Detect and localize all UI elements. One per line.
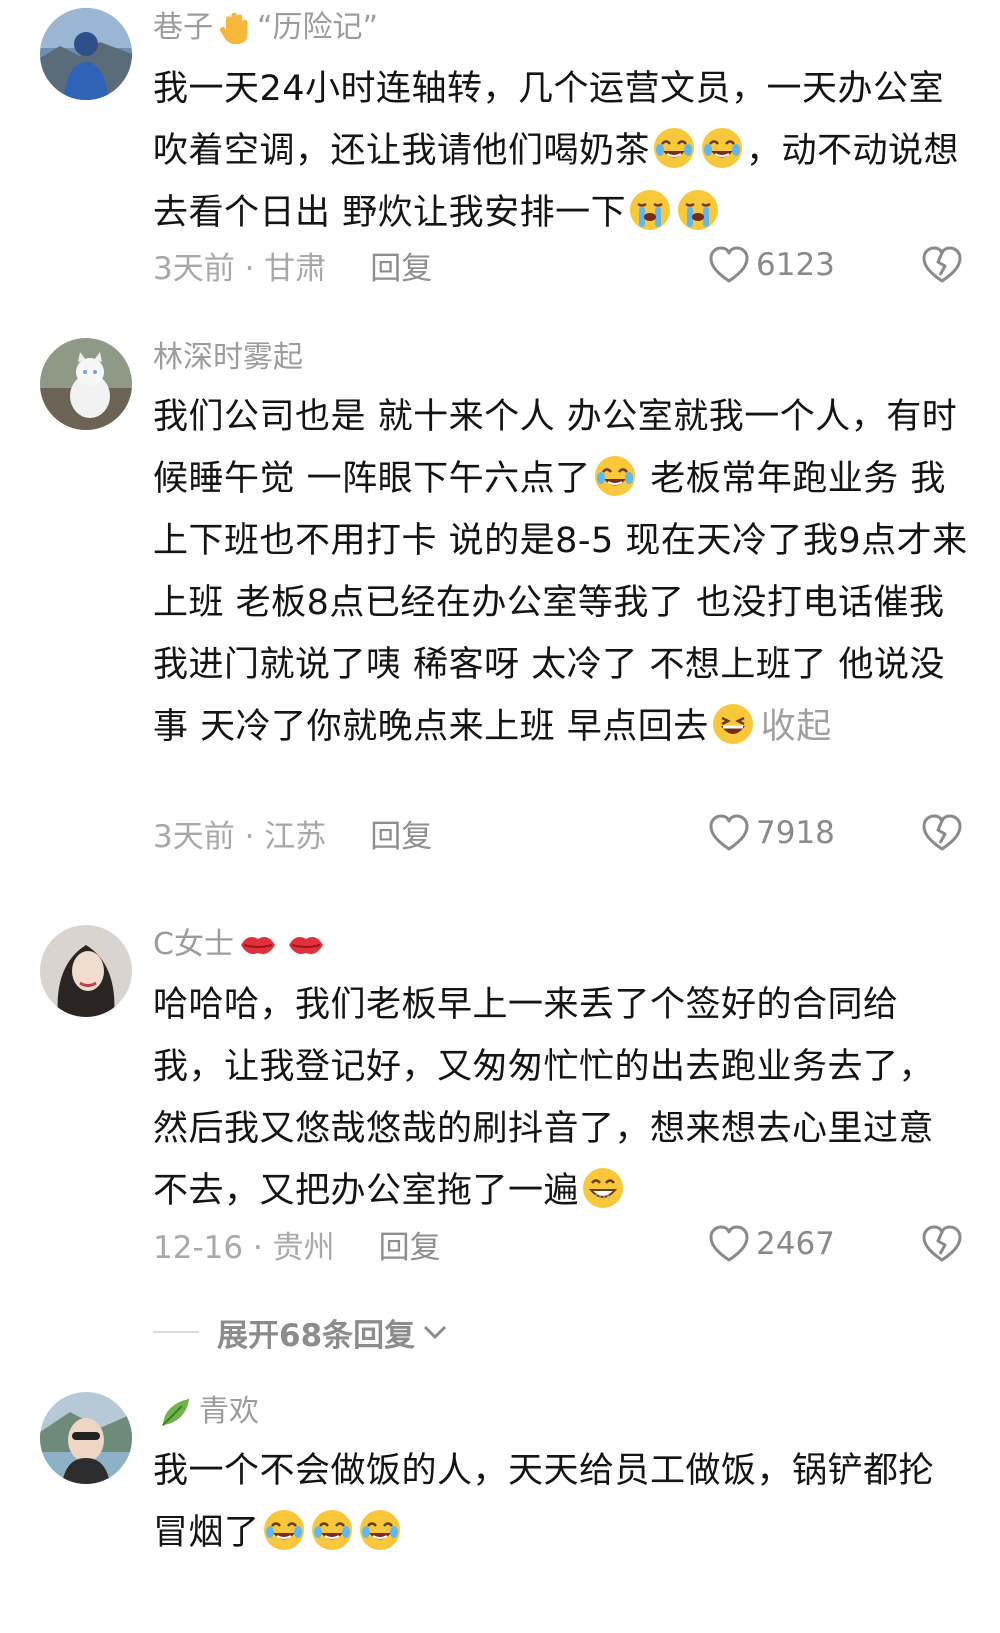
comment-body: 我一天24小时连轴转，几个运营文员，一天办公室吹着空调，还让我请他们喝奶茶 ，动不… [153, 58, 968, 244]
collapse-button[interactable]: 收起 [761, 707, 832, 747]
time-location: 3天前 · 甘肃 [153, 250, 327, 287]
like-count: 6123 [756, 247, 835, 283]
like-button[interactable]: 7918 [708, 813, 835, 853]
expand-replies-label: 展开68条回复 [217, 1317, 416, 1354]
broken-heart-icon [921, 813, 963, 853]
chevron-down-icon [424, 1325, 447, 1340]
avatar[interactable] [40, 338, 132, 430]
username-text: 林深时雾起 [153, 340, 303, 375]
comment-text: 老板常年跑业务 我上下班也不用打卡 说的是8-5 现在天冷了我9点才来上班 老板… [153, 459, 968, 747]
like-count: 2467 [756, 1226, 835, 1262]
comment-meta: 12-16 · 贵州 回复 2467 [153, 1222, 963, 1266]
heart-outline-icon [708, 1224, 750, 1264]
dislike-button[interactable] [921, 813, 963, 853]
time-location: 3天前 · 江苏 [153, 818, 327, 855]
expand-replies-button[interactable]: 展开68条回复 [153, 1312, 449, 1354]
like-button[interactable]: 2467 [708, 1224, 835, 1264]
laugh-cry-emoji-icon [593, 454, 637, 498]
broken-heart-icon [921, 245, 963, 285]
username-text: 青欢 [199, 1394, 259, 1429]
username[interactable]: C女士 [153, 925, 330, 965]
reply-button[interactable]: 回复 [379, 1222, 441, 1267]
comment-meta: 3天前 · 江苏 回复 7918 [153, 811, 963, 855]
kiss-mark-icon [286, 925, 326, 965]
comment-body: 我们公司也是 就十来个人 办公室就我一个人，有时候睡午觉 一阵眼下午六点了 老板… [153, 386, 968, 758]
avatar[interactable] [40, 925, 132, 1017]
laugh-cry-emoji-icon [652, 126, 696, 170]
sob-emoji-icon [628, 188, 672, 232]
like-count: 7918 [756, 815, 835, 851]
avatar[interactable] [40, 1392, 132, 1484]
sob-emoji-icon [676, 188, 720, 232]
username-text: 巷子 [153, 10, 213, 45]
laugh-cry-emoji-icon [700, 126, 744, 170]
raised-hand-icon [217, 8, 253, 48]
grin-emoji-icon [711, 702, 755, 746]
comment-text: 哈哈哈，我们老板早上一来丢了个签好的合同给我，让我登记好，又匆匆忙忙的出去跑业务… [153, 985, 935, 1211]
username-suffix: “历险记” [257, 10, 379, 45]
username[interactable]: 林深时雾起 [153, 338, 303, 378]
smile-emoji-icon [581, 1166, 625, 1210]
heart-outline-icon [708, 245, 750, 285]
laugh-cry-emoji-icon [262, 1508, 306, 1552]
avatar[interactable] [40, 8, 132, 100]
like-button[interactable]: 6123 [708, 245, 835, 285]
username-text: C女士 [153, 927, 234, 962]
broken-heart-icon [921, 1224, 963, 1264]
time-location: 12-16 · 贵州 [153, 1229, 335, 1266]
dislike-button[interactable] [921, 245, 963, 285]
laugh-cry-emoji-icon [358, 1508, 402, 1552]
divider [153, 1331, 199, 1333]
username[interactable]: 青欢 [153, 1392, 259, 1432]
reply-button[interactable]: 回复 [370, 811, 432, 856]
heart-outline-icon [708, 813, 750, 853]
reply-button[interactable]: 回复 [370, 243, 432, 288]
leaf-icon [157, 1392, 195, 1432]
comment-body: 哈哈哈，我们老板早上一来丢了个签好的合同给我，让我登记好，又匆匆忙忙的出去跑业务… [153, 974, 968, 1222]
dislike-button[interactable] [921, 1224, 963, 1264]
comment-body: 我一个不会做饭的人，天天给员工做饭，锅铲都抡冒烟了 [153, 1440, 968, 1564]
kiss-mark-icon [238, 925, 278, 965]
comment-meta: 3天前 · 甘肃 回复 6123 [153, 243, 963, 287]
username[interactable]: 巷子 “历险记” [153, 8, 378, 48]
laugh-cry-emoji-icon [310, 1508, 354, 1552]
